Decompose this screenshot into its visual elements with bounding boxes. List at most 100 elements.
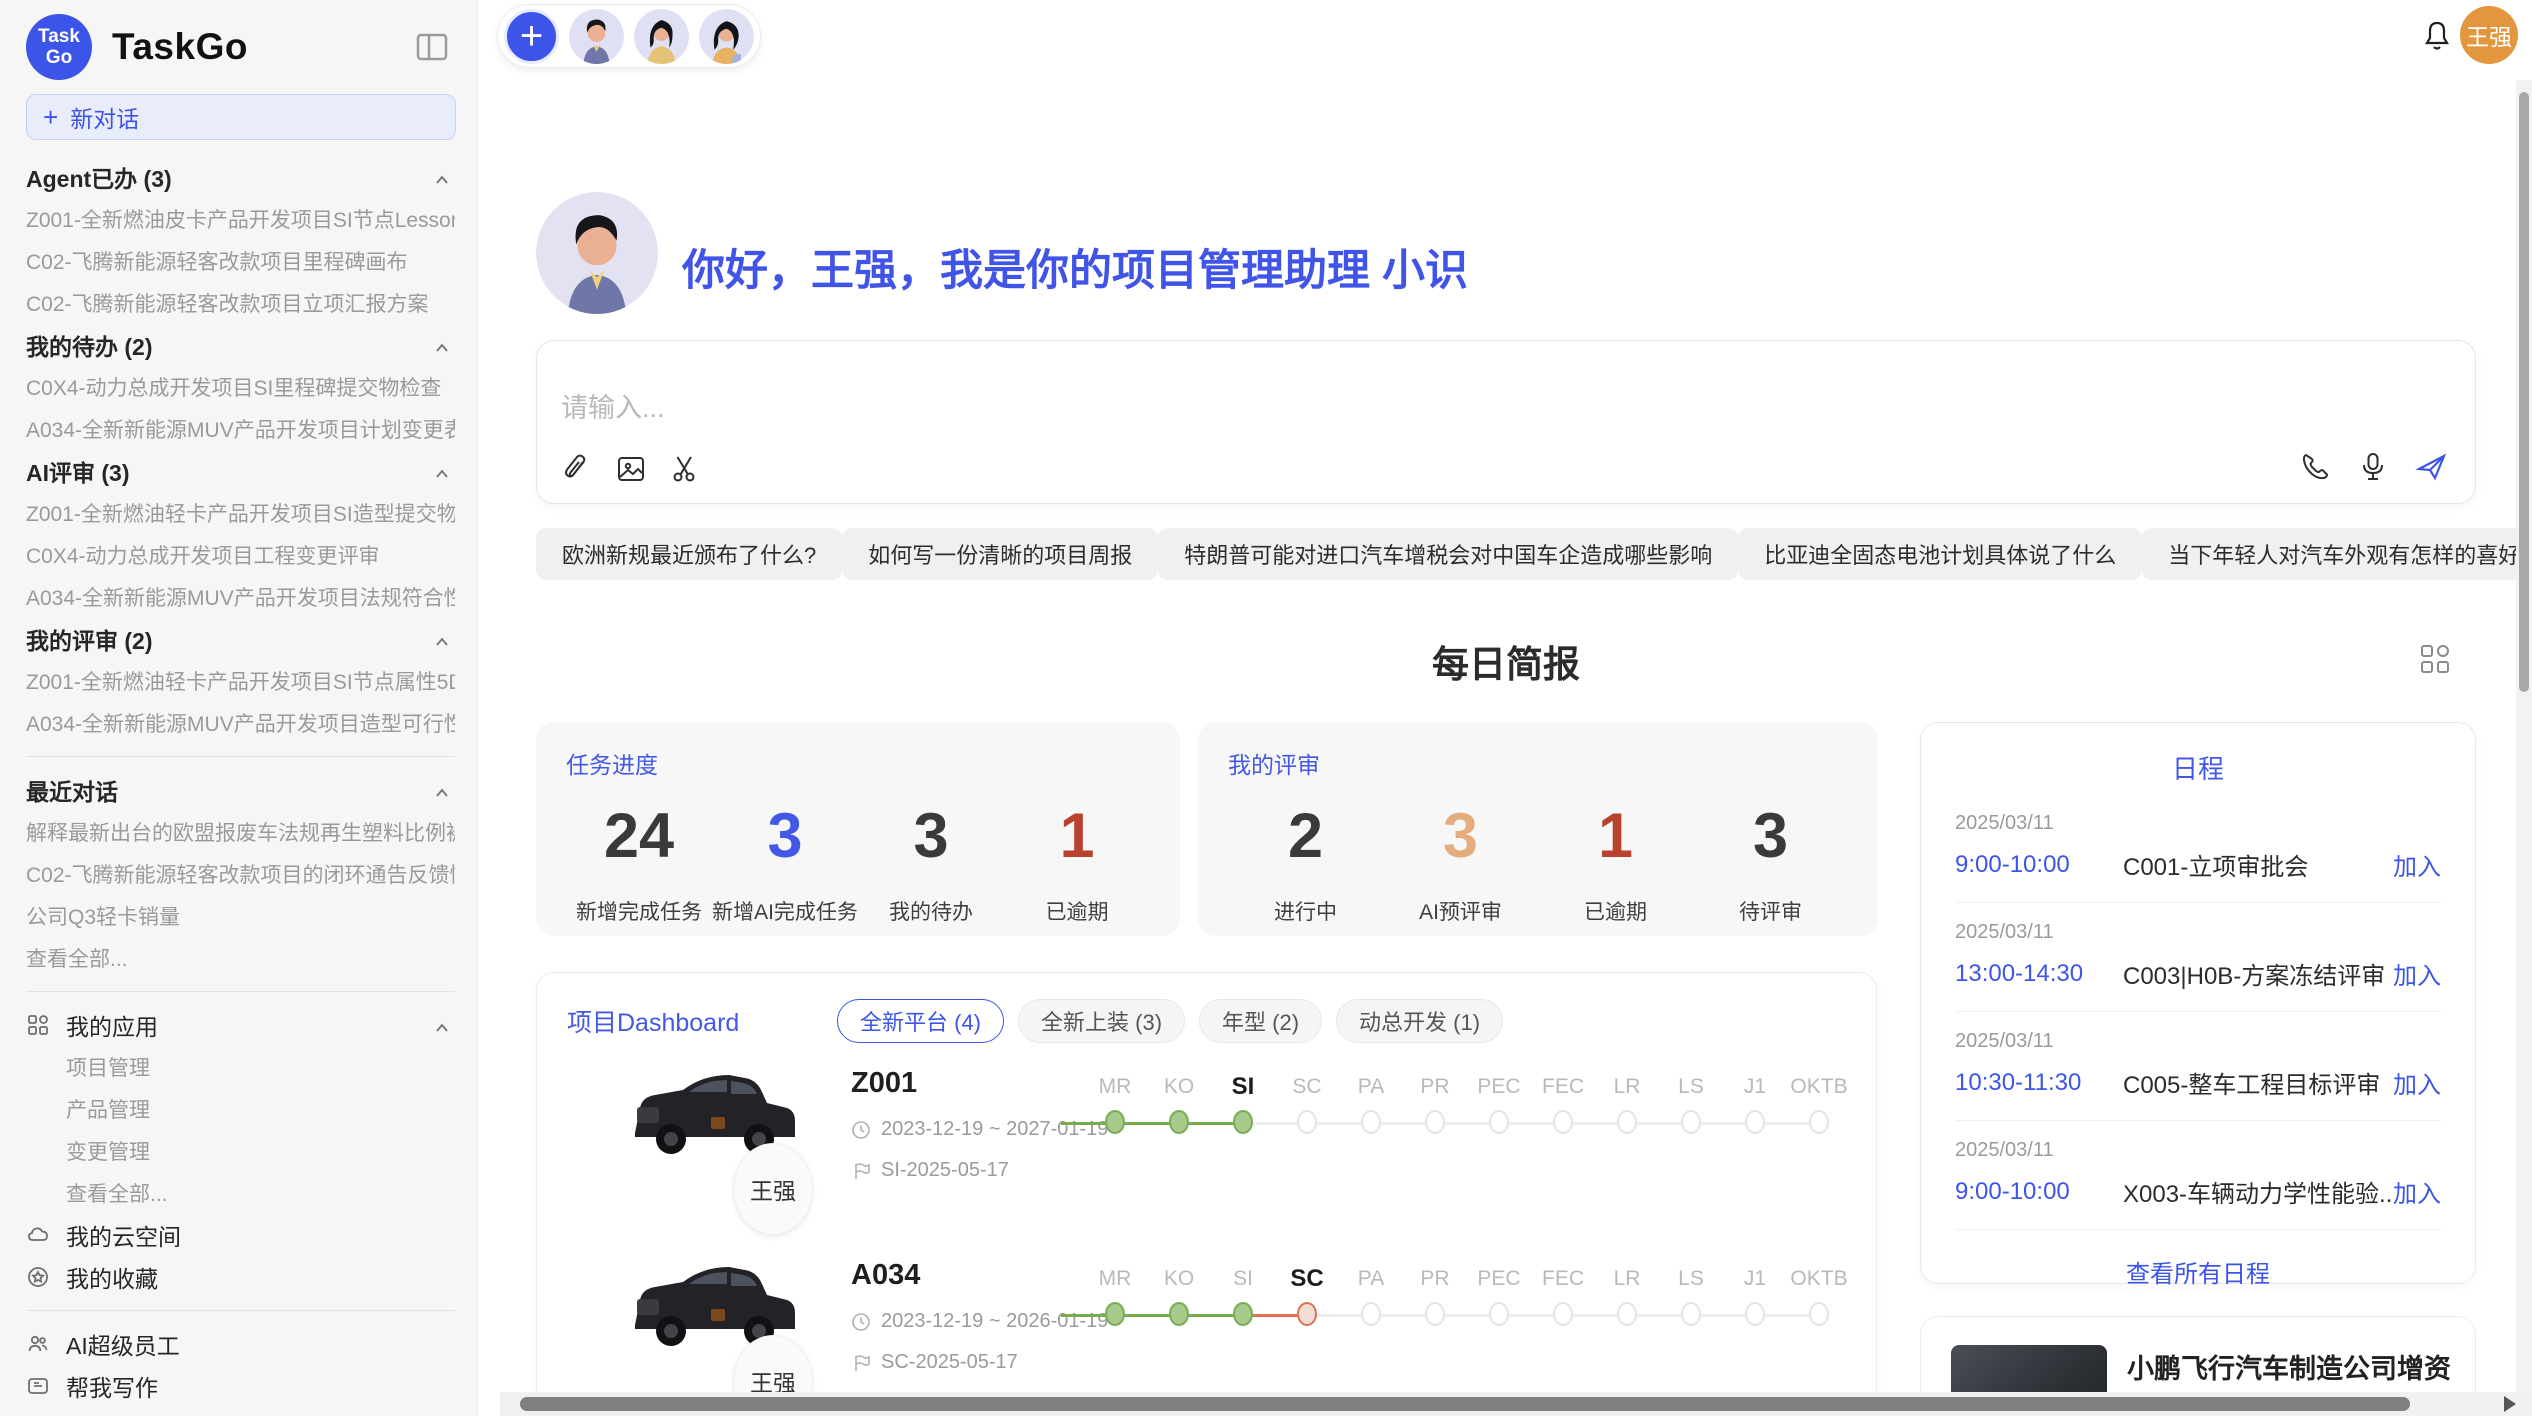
join-link[interactable]: 加入 (2393, 1174, 2441, 1209)
list-item[interactable]: Z001-全新燃油轻卡产品开发项目SI节点属性5D文件评审 (26, 660, 455, 702)
flag-icon (851, 1353, 871, 1373)
section-recent-chats[interactable]: 最近对话 (26, 769, 455, 811)
stat: 2进行中 (1228, 798, 1383, 926)
scroll-right-arrow[interactable] (2504, 1396, 2516, 1412)
recent-view-all[interactable]: 查看全部... (26, 937, 455, 979)
view-all-schedule-link[interactable]: 查看所有日程 (1955, 1254, 2441, 1289)
milestone-dot (1489, 1302, 1509, 1326)
image-icon[interactable] (615, 453, 647, 485)
avatar[interactable] (699, 9, 754, 64)
vertical-scrollbar-thumb[interactable] (2519, 92, 2529, 692)
phone-icon[interactable] (2299, 451, 2331, 483)
new-chat-label: 新对话 (70, 100, 139, 134)
sidebar-list: Agent已办 (3) Z001-全新燃油皮卡产品开发项目SI节点Lesson … (26, 156, 455, 1416)
horizontal-scrollbar-thumb[interactable] (520, 1397, 2410, 1411)
tab-all-new-body[interactable]: 全新上装 (3) (1018, 999, 1185, 1043)
tab-all-new-platform[interactable]: 全新平台 (4) (837, 999, 1004, 1043)
sidebar-item-my-apps[interactable]: 我的应用 (26, 1004, 455, 1046)
vertical-scrollbar[interactable] (2516, 80, 2532, 1392)
milestone: OKTB (1787, 1069, 1851, 1139)
app-title: TaskGo (112, 26, 248, 68)
suggestion-chip[interactable]: 欧洲新规最近颁布了什么? (536, 528, 842, 580)
layout-grid-icon[interactable] (2416, 640, 2454, 678)
join-link[interactable]: 加入 (2393, 847, 2441, 882)
suggestion-chip[interactable]: 当下年轻人对汽车外观有怎样的喜好趋势 (2142, 528, 2532, 580)
sidebar-item-creative-draw[interactable]: 创意制图 (26, 1407, 455, 1416)
suggestion-chip[interactable]: 特朗普可能对进口汽车增税会对中国车企造成哪些影响 (1158, 528, 1738, 580)
section-agent-done[interactable]: Agent已办 (3) (26, 156, 455, 198)
app-logo-text-bottom: Go (46, 47, 72, 68)
sidebar-item-cloud-space[interactable]: 我的云空间 (26, 1214, 455, 1256)
stat: 3我的待办 (858, 798, 1004, 926)
user-avatar[interactable]: 王强 (2460, 6, 2518, 64)
stat: 3新增AI完成任务 (712, 798, 858, 926)
sidebar-item-help-write[interactable]: 帮我写作 (26, 1365, 455, 1407)
microphone-icon[interactable] (2357, 451, 2389, 483)
message-input[interactable] (561, 393, 2061, 424)
tab-year-model[interactable]: 年型 (2) (1199, 999, 1322, 1043)
chevron-up-icon[interactable] (433, 781, 451, 808)
avatar[interactable] (569, 9, 624, 64)
chevron-up-icon[interactable] (433, 168, 451, 195)
app-logo: Task Go (26, 14, 92, 80)
notification-bell-icon[interactable] (2420, 18, 2454, 54)
suggestion-chip[interactable]: 比亚迪全固态电池计划具体说了什么 (1738, 528, 2142, 580)
list-item[interactable]: C02-飞腾新能源轻客改款项目里程碑画布 (26, 240, 455, 282)
new-chat-button[interactable]: + 新对话 (26, 94, 456, 140)
section-my-todo[interactable]: 我的待办 (2) (26, 324, 455, 366)
section-my-review[interactable]: 我的评审 (2) (26, 618, 455, 660)
sidebar-item-product-mgmt[interactable]: 产品管理 (26, 1088, 455, 1130)
milestone: PEC (1467, 1261, 1531, 1331)
send-icon[interactable] (2415, 451, 2447, 483)
dashboard-title: 项目Dashboard (567, 1003, 837, 1039)
attachment-icon[interactable] (561, 453, 593, 485)
join-link[interactable]: 加入 (2393, 1065, 2441, 1100)
stat: 1已逾期 (1004, 798, 1150, 926)
milestone: PR (1403, 1261, 1467, 1331)
list-item[interactable]: A034-全新新能源MUV产品开发项目计划变更表编写 (26, 408, 455, 450)
list-item[interactable]: C0X4-动力总成开发项目SI里程碑提交物检查 (26, 366, 455, 408)
list-item[interactable]: Z001-全新燃油轻卡产品开发项目SI造型提交物评审 (26, 492, 455, 534)
list-item[interactable]: A034-全新新能源MUV产品开发项目造型可行性评审 (26, 702, 455, 744)
composer-right-icons (2299, 451, 2447, 483)
list-item[interactable]: A034-全新新能源MUV产品开发项目法规符合性评审 (26, 576, 455, 618)
sidebar-item-change-mgmt[interactable]: 变更管理 (26, 1130, 455, 1172)
milestone-dot (1233, 1110, 1253, 1134)
add-conversation-button[interactable]: + (504, 9, 559, 64)
avatar[interactable] (634, 9, 689, 64)
milestone-dot (1809, 1110, 1829, 1134)
chevron-up-icon[interactable] (433, 336, 451, 363)
sidebar-item-favorites[interactable]: 我的收藏 (26, 1256, 455, 1298)
milestone: LR (1595, 1261, 1659, 1331)
divider (26, 756, 455, 757)
milestone: SI (1211, 1069, 1275, 1139)
section-ai-review[interactable]: AI评审 (3) (26, 450, 455, 492)
project-row[interactable]: 王强 Z001 2023-12-19 ~ 2027-01-19 SI-2025-… (567, 1057, 1846, 1235)
sidebar-item-project-mgmt[interactable]: 项目管理 (26, 1046, 455, 1088)
horizontal-scrollbar[interactable] (500, 1392, 2532, 1416)
sidebar-collapse-icon[interactable] (415, 30, 449, 64)
clock-icon (851, 1120, 871, 1140)
chevron-up-icon[interactable] (433, 1016, 451, 1043)
project-row[interactable]: 王强 A034 2023-12-19 ~ 2026-01-19 SC-2025-… (567, 1249, 1846, 1416)
flag-icon (851, 1161, 871, 1181)
list-item[interactable]: Z001-全新燃油皮卡产品开发项目SI节点Lesson Learn报告 (26, 198, 455, 240)
chevron-up-icon[interactable] (433, 462, 451, 489)
project-owner-badge: 王强 (733, 1143, 813, 1235)
list-item[interactable]: 公司Q3轻卡销量 (26, 895, 455, 937)
milestone-dot (1169, 1302, 1189, 1326)
list-item[interactable]: C0X4-动力总成开发项目工程变更评审 (26, 534, 455, 576)
sidebar-item-ai-employee[interactable]: AI超级员工 (26, 1323, 455, 1365)
list-item[interactable]: C02-飞腾新能源轻客改款项目的闭环通告反馈情况 (26, 853, 455, 895)
list-item[interactable]: 解释最新出台的欧盟报废车法规再生塑料比例被调至15%... (26, 811, 455, 853)
milestone-dot (1361, 1302, 1381, 1326)
chevron-up-icon[interactable] (433, 630, 451, 657)
project-name: Z001 (851, 1067, 1108, 1100)
join-link[interactable]: 加入 (2393, 956, 2441, 991)
scissors-icon[interactable] (669, 453, 701, 485)
apps-view-all[interactable]: 查看全部... (26, 1172, 455, 1214)
list-item[interactable]: C02-飞腾新能源轻客改款项目立项汇报方案 (26, 282, 455, 324)
tab-powertrain-dev[interactable]: 动总开发 (1) (1336, 999, 1503, 1043)
schedule-event: 2025/03/11 9:00-10:00X003-车辆动力学性能验...加入 (1955, 1121, 2441, 1230)
suggestion-chip[interactable]: 如何写一份清晰的项目周报 (842, 528, 1158, 580)
